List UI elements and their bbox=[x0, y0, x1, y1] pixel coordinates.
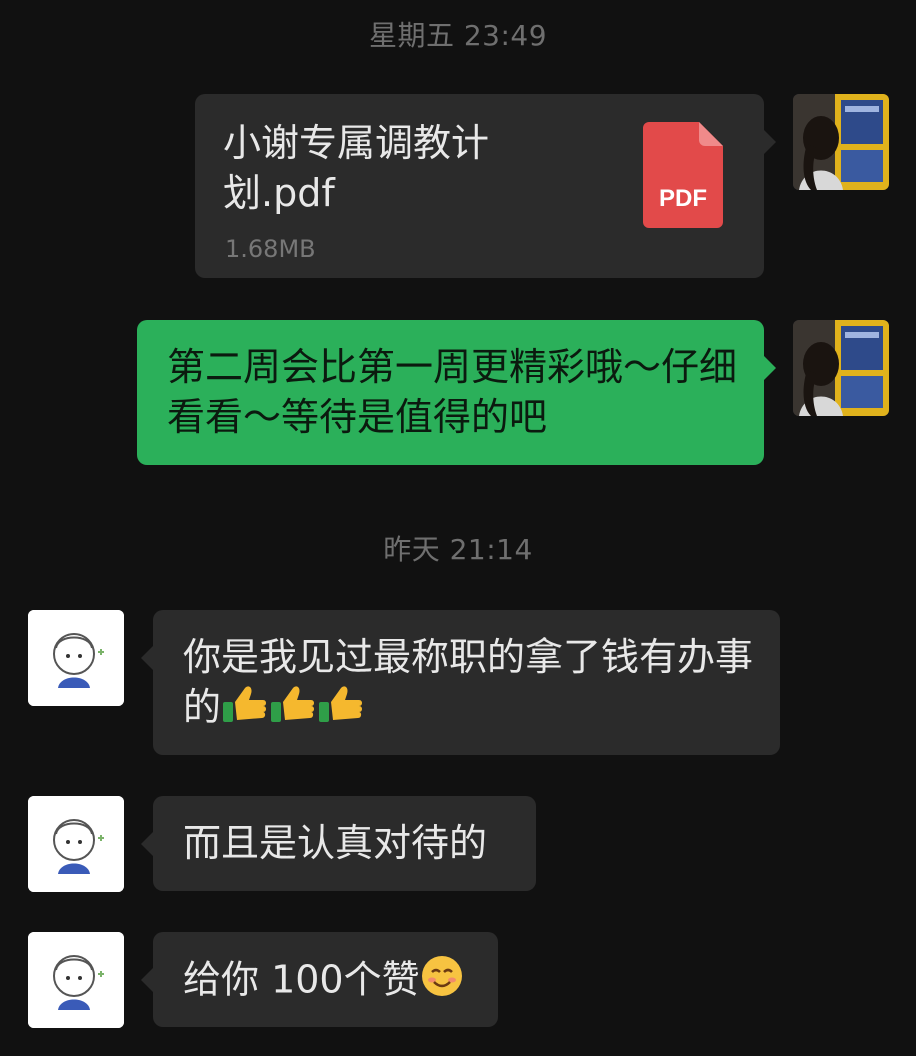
received-text-bubble[interactable]: 给你 100个赞 bbox=[153, 932, 498, 1027]
timestamp-yesterday: 昨天 21:14 bbox=[383, 533, 533, 566]
bubble-tail bbox=[141, 646, 153, 670]
smiling-face-emoji bbox=[420, 954, 464, 1010]
pdf-file-icon: PDF bbox=[643, 122, 723, 228]
self-avatar[interactable] bbox=[793, 320, 889, 416]
received-message-text: 给你 100个赞 bbox=[183, 954, 478, 1010]
bubble-tail bbox=[764, 130, 776, 154]
received-message-text: 而且是认真对待的 bbox=[183, 821, 488, 865]
file-name: 小谢专属调教计划.pdf bbox=[223, 121, 490, 215]
contact-avatar[interactable] bbox=[28, 610, 124, 706]
received-message-content: 给你 100个赞 bbox=[183, 957, 420, 1002]
bubble-tail-green bbox=[764, 356, 776, 380]
thumbs-up-emoji bbox=[269, 684, 317, 736]
sent-text-bubble[interactable]: 第二周会比第一周更精彩哦～仔细看看～等待是值得的吧 bbox=[137, 320, 764, 465]
bubble-tail bbox=[141, 832, 153, 856]
sent-message-text: 第二周会比第一周更精彩哦～仔细看看～等待是值得的吧 bbox=[167, 345, 738, 439]
received-message-text: 你是我见过最称职的拿了钱有办事的 bbox=[183, 632, 760, 736]
self-avatar[interactable] bbox=[793, 94, 889, 190]
file-size: 1.68MB bbox=[225, 235, 316, 263]
bubble-tail bbox=[141, 968, 153, 992]
received-text-bubble[interactable]: 你是我见过最称职的拿了钱有办事的 bbox=[153, 610, 780, 755]
received-text-bubble[interactable]: 而且是认真对待的 bbox=[153, 796, 536, 891]
thumbs-up-emoji bbox=[221, 684, 269, 736]
thumbs-up-emoji bbox=[317, 684, 365, 736]
pdf-icon-label: PDF bbox=[659, 185, 707, 212]
file-message-bubble[interactable]: 小谢专属调教计划.pdf 1.68MB PDF bbox=[195, 94, 764, 278]
contact-avatar[interactable] bbox=[28, 796, 124, 892]
timestamp-friday: 星期五 23:49 bbox=[368, 19, 548, 52]
contact-avatar[interactable] bbox=[28, 932, 124, 1028]
